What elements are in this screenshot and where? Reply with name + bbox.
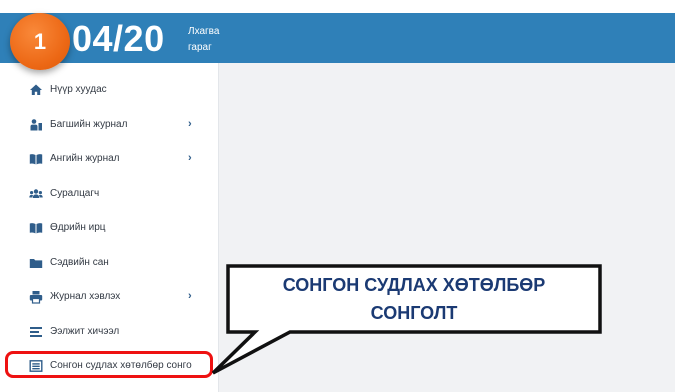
callout-line-1: СОНГОН СУДЛАХ ХӨТӨЛБӨР [282,275,546,295]
callout-line-2: СОНГОЛТ [370,303,458,323]
callout-text: СОНГОН СУДЛАХ ХӨТӨЛБӨР СОНГОЛТ [228,266,600,332]
callout-bubble [211,264,602,375]
step-number-badge: 1 [10,13,70,70]
